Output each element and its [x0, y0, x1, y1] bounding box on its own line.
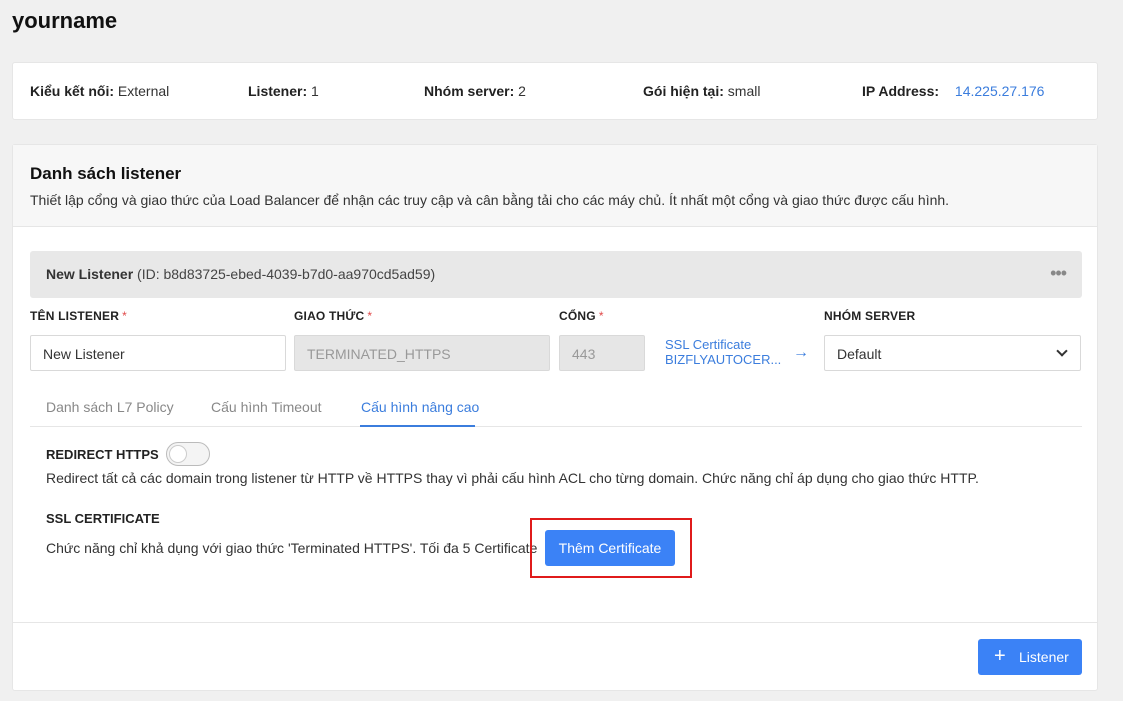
add-listener-label: Listener: [1019, 649, 1069, 665]
listener-section-card: Danh sách listener Thiết lập cổng và gia…: [12, 144, 1098, 691]
tab-advanced-config[interactable]: Cấu hình nâng cao: [361, 399, 479, 415]
tab-timeout[interactable]: Cấu hình Timeout: [211, 399, 322, 415]
protocol-select[interactable]: TERMINATED_HTTPS: [294, 335, 550, 371]
plan-info: Gói hiện tại: small: [643, 83, 760, 99]
ssl-certificate-description: Chức năng chỉ khả dụng với giao thức 'Te…: [46, 540, 538, 556]
page-title: yourname: [12, 8, 118, 33]
server-group-select[interactable]: Default: [824, 335, 1081, 371]
ip-address-info: IP Address: 14.225.27.176: [862, 83, 1044, 99]
protocol-label: GIAO THỨC *: [294, 309, 372, 323]
ssl-certificate-title: SSL CERTIFICATE: [46, 511, 160, 526]
section-description: Thiết lập cổng và giao thức của Load Bal…: [30, 192, 950, 208]
required-mark: *: [367, 309, 373, 323]
section-title: Danh sách listener: [30, 164, 182, 183]
listener-header-bar[interactable]: New Listener (ID: b8d83725-ebed-4039-b7d…: [30, 251, 1082, 298]
listener-name: New Listener: [46, 266, 134, 282]
server-group-label: NHÓM SERVER: [824, 309, 916, 323]
plus-icon: +: [994, 645, 1006, 667]
listener-name-label: TÊN LISTENER *: [30, 309, 127, 323]
connection-type-label: Kiểu kết nối:: [30, 83, 115, 99]
active-tab-indicator: [360, 425, 475, 427]
ip-address-link[interactable]: 14.225.27.176: [955, 83, 1045, 99]
port-label: CỔNG *: [559, 309, 604, 323]
ssl-certificate-link[interactable]: SSL Certificate BIZFLYAUTOCER...: [665, 337, 781, 367]
listener-id: (ID: b8d83725-ebed-4039-b7d0-aa970cd5ad5…: [137, 266, 436, 282]
redirect-https-description: Redirect tất cả các domain trong listene…: [46, 470, 979, 486]
listener-section-header: Danh sách listener Thiết lập cổng và gia…: [13, 145, 1097, 227]
listener-count-info: Listener: 1: [248, 83, 319, 99]
connection-type-value: External: [117, 83, 170, 99]
server-group-count-value: 2: [518, 83, 526, 99]
listener-count-value: 1: [311, 83, 319, 99]
listener-name-input[interactable]: New Listener: [30, 335, 286, 371]
port-input[interactable]: 443: [559, 335, 645, 371]
ssl-certificate-link-name: BIZFLYAUTOCER...: [665, 352, 782, 367]
redirect-https-title: REDIRECT HTTPS: [46, 447, 159, 462]
arrow-right-icon[interactable]: →: [793, 344, 809, 362]
chevron-down-icon: [1056, 345, 1068, 357]
listener-title: New Listener (ID: b8d83725-ebed-4039-b7d…: [46, 266, 435, 282]
more-options-icon[interactable]: •••: [1050, 263, 1067, 284]
server-group-count-label: Nhóm server:: [424, 83, 515, 99]
listener-tabs: Danh sách L7 Policy Cấu hình Timeout Cấu…: [30, 389, 1082, 427]
server-group-select-value: Default: [837, 346, 882, 362]
plan-value: small: [727, 83, 761, 99]
required-mark: *: [598, 309, 604, 323]
footer-divider: [13, 622, 1097, 623]
plan-label: Gói hiện tại:: [643, 83, 724, 99]
connection-type-info: Kiểu kết nối: External: [30, 83, 169, 99]
ssl-certificate-link-title: SSL Certificate: [665, 337, 752, 352]
redirect-https-toggle[interactable]: [166, 442, 210, 466]
protocol-label-text: GIAO THỨC: [294, 309, 365, 323]
ip-address-label: IP Address:: [862, 83, 940, 99]
server-group-info: Nhóm server: 2: [424, 83, 526, 99]
listener-name-label-text: TÊN LISTENER: [30, 309, 120, 323]
add-listener-button[interactable]: + Listener: [978, 639, 1082, 675]
port-label-text: CỔNG: [559, 309, 596, 323]
load-balancer-info-card: Kiểu kết nối: External Listener: 1 Nhóm …: [12, 62, 1098, 120]
listener-count-label: Listener:: [248, 83, 308, 99]
highlight-box: [530, 518, 692, 578]
toggle-knob: [169, 445, 187, 463]
required-mark: *: [122, 309, 127, 323]
tab-l7-policy[interactable]: Danh sách L7 Policy: [46, 399, 174, 415]
